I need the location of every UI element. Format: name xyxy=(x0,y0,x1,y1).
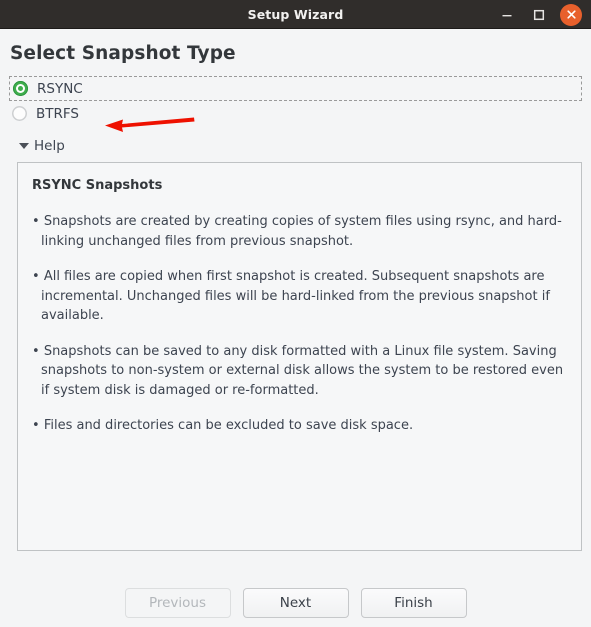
help-bullet: All files are copied when first snapshot… xyxy=(32,267,566,326)
window-title: Setup Wizard xyxy=(247,6,344,22)
help-bullet: Snapshots are created by creating copies… xyxy=(32,212,566,251)
minimize-icon[interactable] xyxy=(496,4,518,26)
snapshot-type-group: RSYNC BTRFS xyxy=(8,76,583,126)
wizard-footer: Previous Next Finish xyxy=(0,588,591,618)
radio-option-rsync-label: RSYNC xyxy=(37,80,83,97)
help-expander-toggle[interactable]: Help xyxy=(8,126,80,161)
wizard-content: Select Snapshot Type RSYNC BTRFS Help RS… xyxy=(0,29,591,627)
radio-unselected-icon xyxy=(12,106,27,121)
help-panel: RSYNC Snapshots Snapshots are created by… xyxy=(17,162,582,551)
chevron-down-icon xyxy=(19,143,29,149)
help-heading: RSYNC Snapshots xyxy=(32,178,163,193)
close-icon[interactable] xyxy=(560,3,582,26)
radio-option-rsync[interactable]: RSYNC xyxy=(9,76,582,101)
help-expander-label: Help xyxy=(34,138,65,154)
next-button[interactable]: Next xyxy=(242,588,349,618)
window-controls xyxy=(496,0,585,29)
radio-option-btrfs-label: BTRFS xyxy=(36,105,79,122)
help-bullet: Files and directories can be excluded to… xyxy=(32,416,566,436)
previous-button[interactable]: Previous xyxy=(124,588,231,618)
help-bullet: Snapshots can be saved to any disk forma… xyxy=(32,342,566,401)
page-title: Select Snapshot Type xyxy=(10,43,236,64)
maximize-icon[interactable] xyxy=(528,4,550,26)
finish-button[interactable]: Finish xyxy=(360,588,467,618)
radio-selected-icon xyxy=(13,81,28,96)
window-titlebar: Setup Wizard xyxy=(0,0,591,29)
radio-option-btrfs[interactable]: BTRFS xyxy=(8,101,583,126)
